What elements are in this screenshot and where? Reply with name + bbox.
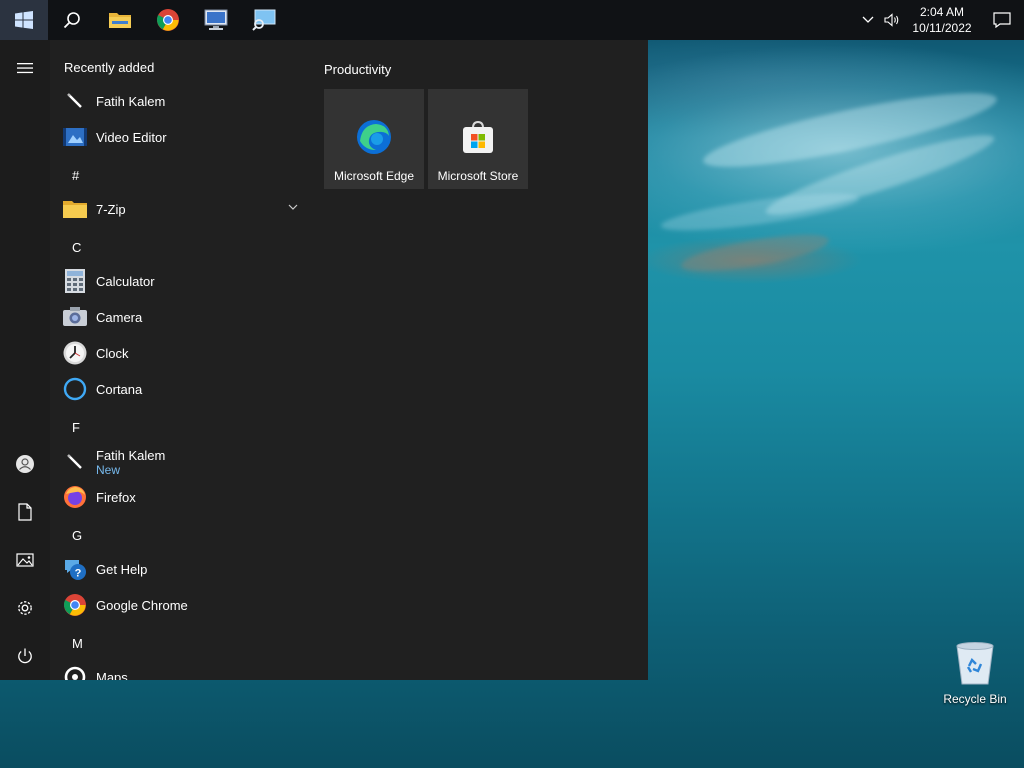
app-list: Recently added Fatih Kalem Video Editor … bbox=[50, 40, 312, 680]
volume-button[interactable] bbox=[880, 0, 904, 40]
chevron-up-icon bbox=[862, 16, 874, 23]
app-label: 7-Zip bbox=[96, 201, 126, 217]
group-letter-c[interactable]: C bbox=[72, 240, 81, 255]
app-label: Firefox bbox=[96, 489, 136, 505]
app-video-editor[interactable]: Video Editor bbox=[50, 119, 312, 155]
app-label: Video Editor bbox=[96, 129, 167, 145]
calculator-icon bbox=[63, 269, 87, 293]
system-clock[interactable]: 2:04 AM 10/11/2022 bbox=[904, 0, 980, 40]
volume-icon bbox=[884, 13, 899, 27]
folder-icon bbox=[109, 13, 131, 28]
app-label: Google Chrome bbox=[96, 597, 188, 613]
app-camera[interactable]: Camera bbox=[50, 299, 312, 335]
settings-button[interactable] bbox=[0, 584, 50, 632]
tile-microsoft-store[interactable]: Microsoft Store bbox=[428, 89, 528, 189]
app-maps[interactable]: Maps bbox=[50, 659, 312, 680]
notification-icon bbox=[993, 12, 1011, 28]
tile-label: Microsoft Store bbox=[437, 169, 519, 183]
monitor-search-icon bbox=[252, 9, 276, 31]
clock-time: 2:04 AM bbox=[919, 5, 965, 19]
network-search-button[interactable] bbox=[240, 0, 288, 40]
expand-menu-button[interactable] bbox=[0, 44, 50, 92]
computer-network-icon bbox=[204, 9, 228, 30]
chrome-icon bbox=[63, 593, 87, 617]
chevron-down-icon[interactable] bbox=[288, 203, 298, 211]
app-label: Get Help bbox=[96, 561, 148, 577]
maps-icon bbox=[63, 665, 87, 680]
pen-icon bbox=[63, 450, 87, 474]
recently-added-heading: Recently added bbox=[64, 60, 155, 75]
recycle-bin-icon bbox=[956, 642, 994, 685]
app-label: Fatih Kalem bbox=[96, 93, 166, 109]
camera-icon bbox=[63, 305, 87, 329]
tile-group-heading: Productivity bbox=[324, 62, 392, 77]
cortana-icon bbox=[63, 377, 87, 401]
search-button[interactable] bbox=[48, 0, 96, 40]
show-hidden-icons-button[interactable] bbox=[856, 0, 880, 40]
user-account-button[interactable] bbox=[0, 440, 50, 488]
firefox-icon bbox=[63, 485, 87, 509]
chrome-icon bbox=[157, 9, 179, 31]
svg-text:?: ? bbox=[75, 568, 82, 580]
settings-icon bbox=[18, 601, 32, 615]
start-menu: Recently added Fatih Kalem Video Editor … bbox=[0, 40, 648, 680]
chrome-taskbar-button[interactable] bbox=[144, 0, 192, 40]
app-calculator[interactable]: Calculator bbox=[50, 263, 312, 299]
start-button[interactable] bbox=[0, 0, 48, 40]
app-fatih-kalem-recent[interactable]: Fatih Kalem bbox=[50, 83, 312, 119]
desktop-icon-label: Recycle Bin bbox=[943, 692, 1007, 706]
desktop-icon-recycle-bin[interactable]: Recycle Bin bbox=[940, 640, 1010, 710]
app-firefox[interactable]: Firefox bbox=[50, 479, 312, 515]
app-cortana[interactable]: Cortana bbox=[50, 371, 312, 407]
app-fatih-kalem[interactable]: Fatih Kalem New bbox=[50, 442, 312, 482]
group-letter-f[interactable]: F bbox=[72, 420, 80, 435]
video-editor-icon bbox=[63, 125, 87, 149]
pictures-icon bbox=[16, 553, 34, 567]
remote-desktop-button[interactable] bbox=[192, 0, 240, 40]
app-label: Clock bbox=[96, 345, 129, 361]
app-google-chrome[interactable]: Google Chrome bbox=[50, 587, 312, 623]
pen-icon bbox=[63, 89, 87, 113]
store-icon bbox=[460, 119, 496, 155]
pictures-button[interactable] bbox=[0, 536, 50, 584]
app-get-help[interactable]: ? Get Help bbox=[50, 551, 312, 587]
clock-icon bbox=[63, 341, 87, 365]
tile-label: Microsoft Edge bbox=[333, 169, 415, 183]
tile-microsoft-edge[interactable]: Microsoft Edge bbox=[324, 89, 424, 189]
help-icon: ? bbox=[63, 557, 87, 581]
group-letter-m[interactable]: M bbox=[72, 636, 83, 651]
documents-button[interactable] bbox=[0, 488, 50, 536]
power-button[interactable] bbox=[0, 632, 50, 680]
folder-icon bbox=[63, 197, 87, 221]
taskbar: 2:04 AM 10/11/2022 bbox=[0, 0, 1024, 40]
app-label: Camera bbox=[96, 309, 143, 325]
start-rail bbox=[0, 40, 50, 680]
app-label: Cortana bbox=[96, 381, 143, 397]
group-letter-hash[interactable]: # bbox=[72, 168, 79, 183]
app-label: Calculator bbox=[96, 273, 155, 289]
file-explorer-button[interactable] bbox=[96, 0, 144, 40]
new-badge: New bbox=[96, 462, 121, 477]
group-letter-g[interactable]: G bbox=[72, 528, 82, 543]
menu-icon bbox=[17, 63, 33, 74]
app-7-zip[interactable]: 7-Zip bbox=[50, 191, 312, 227]
user-icon bbox=[16, 455, 34, 473]
documents-icon bbox=[18, 503, 32, 521]
search-icon bbox=[63, 12, 80, 29]
edge-icon bbox=[356, 119, 392, 155]
windows-logo-icon bbox=[15, 11, 33, 29]
clock-date: 10/11/2022 bbox=[912, 21, 972, 35]
app-clock[interactable]: Clock bbox=[50, 335, 312, 371]
app-label: Fatih Kalem bbox=[96, 447, 166, 463]
action-center-button[interactable] bbox=[980, 0, 1024, 40]
app-label: Maps bbox=[96, 669, 128, 681]
power-icon bbox=[18, 648, 32, 664]
